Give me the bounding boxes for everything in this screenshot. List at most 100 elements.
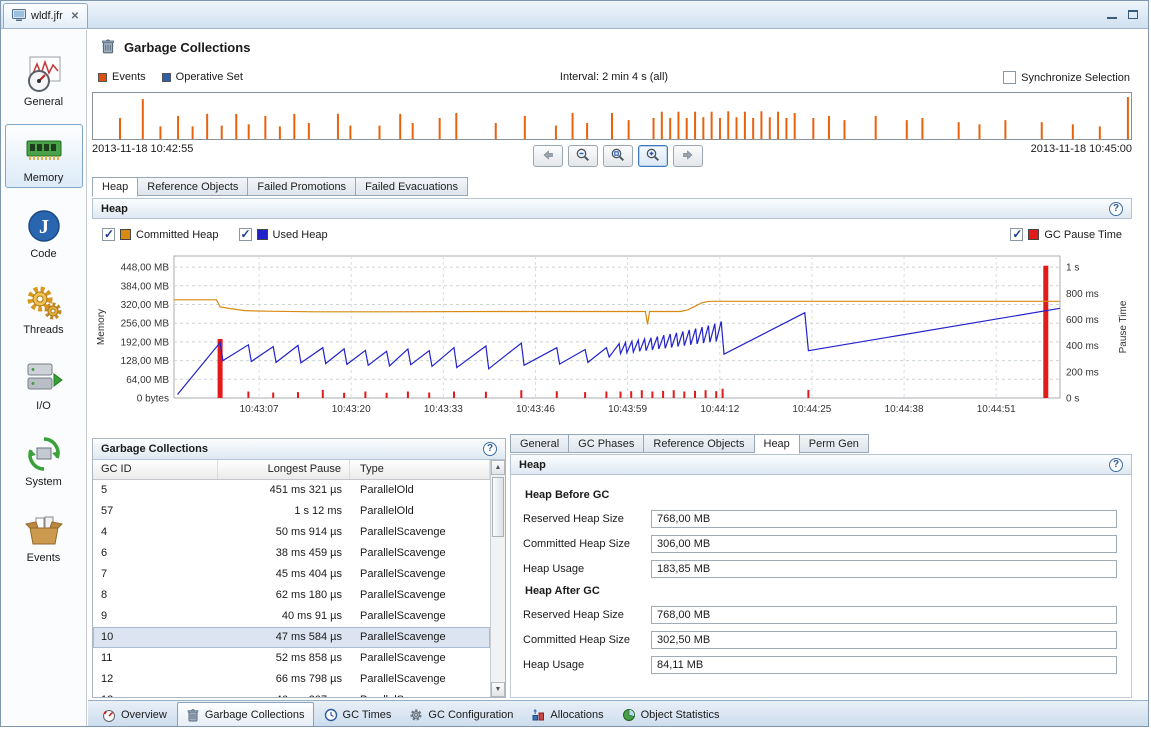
detail-tab-gc-phases[interactable]: GC Phases — [569, 434, 644, 453]
bottom-tab-object-statistics[interactable]: Object Statistics — [614, 704, 728, 726]
svg-text:384,00 MB: 384,00 MB — [121, 281, 170, 292]
zoom-out-button[interactable] — [568, 145, 598, 167]
bottom-tab-gc-configuration[interactable]: GC Configuration — [401, 704, 521, 726]
table-row[interactable]: 450 ms 914 µsParallelScavenge — [93, 522, 490, 543]
series-color-swatch — [257, 229, 268, 240]
sidebar-item-i-o[interactable]: I/O — [5, 352, 83, 416]
table-row[interactable]: 745 ms 404 µsParallelScavenge — [93, 564, 490, 585]
table-scrollbar[interactable]: ▲ ▼ — [490, 460, 505, 697]
sidebar: General Memory JCode Threads I/O System Events — [1, 30, 87, 726]
svg-text:1 s: 1 s — [1066, 263, 1079, 274]
sidebar-item-threads[interactable]: Threads — [5, 276, 83, 340]
field-value[interactable]: 768,00 MB — [651, 510, 1117, 528]
bottom-tab-label: Garbage Collections — [205, 709, 305, 721]
sidebar-item-code[interactable]: JCode — [5, 200, 83, 264]
bottom-tab-garbage-collections[interactable]: Garbage Collections — [177, 702, 314, 726]
scroll-up-icon[interactable]: ▲ — [491, 460, 505, 475]
table-row[interactable]: 571 s 12 msParallelOld — [93, 501, 490, 522]
svg-text:10:44:51: 10:44:51 — [977, 404, 1016, 415]
help-icon[interactable]: ? — [1109, 202, 1123, 216]
series-toggle-committed-heap: Committed Heap — [102, 228, 219, 241]
tab-failed-promotions[interactable]: Failed Promotions — [248, 177, 356, 196]
svg-text:Pause Time: Pause Time — [1118, 300, 1129, 353]
close-icon[interactable]: ✕ — [71, 11, 79, 22]
field-label: Committed Heap Size — [523, 538, 651, 550]
table-row[interactable]: 1346 ms 307 µsParallelScavenge — [93, 690, 490, 697]
column-header-type[interactable]: Type — [350, 460, 490, 479]
cell-gc-id: 10 — [93, 627, 218, 648]
table-row[interactable]: 940 ms 91 µsParallelScavenge — [93, 606, 490, 627]
help-icon[interactable]: ? — [1109, 458, 1123, 472]
tab-heap[interactable]: Heap — [92, 177, 138, 197]
scroll-down-icon[interactable]: ▼ — [491, 682, 505, 697]
svg-text:Memory: Memory — [96, 309, 107, 345]
gc-table-panel: Garbage Collections ? GC IDLongest Pause… — [92, 438, 506, 698]
series-row: Committed Heap Used Heap GC Pause Time — [102, 226, 1122, 243]
field-value[interactable]: 183,85 MB — [651, 560, 1117, 578]
heap-section-header: Heap ? — [92, 198, 1132, 219]
sidebar-item-general[interactable]: General — [5, 48, 83, 112]
field-label: Heap Usage — [523, 659, 651, 671]
column-header-gc-id[interactable]: GC ID — [93, 460, 218, 479]
sidebar-item-memory[interactable]: Memory — [5, 124, 83, 188]
help-icon[interactable]: ? — [483, 442, 497, 456]
editor-tab-bar: wldf.jfr ✕ — [1, 1, 1148, 29]
general-icon — [24, 54, 64, 94]
maximize-icon[interactable] — [1128, 10, 1138, 19]
bottom-tab-gc-times[interactable]: GC Times — [316, 704, 400, 726]
synchronize-selection-checkbox[interactable] — [1003, 71, 1016, 84]
detail-tab-general[interactable]: General — [510, 434, 569, 453]
back-button[interactable] — [533, 145, 563, 167]
bottom-tab-allocations[interactable]: Allocations — [523, 704, 611, 726]
series-checkbox[interactable] — [239, 228, 252, 241]
system-icon — [24, 434, 64, 474]
field-value[interactable]: 302,50 MB — [651, 631, 1117, 649]
cell-type: ParallelScavenge — [350, 627, 490, 648]
field-value[interactable]: 768,00 MB — [651, 606, 1117, 624]
editor-tab-wldf-jfr[interactable]: wldf.jfr ✕ — [3, 3, 88, 28]
cell-longest-pause: 50 ms 914 µs — [218, 522, 350, 543]
cell-longest-pause: 40 ms 91 µs — [218, 606, 350, 627]
detail-tab-perm-gen[interactable]: Perm Gen — [800, 434, 869, 453]
field-value[interactable]: 84,11 MB — [651, 656, 1117, 674]
timeline-legend-row: Events Operative Set Interval: 2 min 4 s… — [98, 71, 1130, 87]
table-row[interactable]: 1266 ms 798 µsParallelScavenge — [93, 669, 490, 690]
detail-tab-heap[interactable]: Heap — [755, 434, 800, 454]
scrollbar-thumb[interactable] — [492, 477, 504, 537]
detail-field: Reserved Heap Size768,00 MB — [523, 606, 1117, 624]
cell-longest-pause: 45 ms 404 µs — [218, 564, 350, 585]
table-row[interactable]: 1047 ms 584 µsParallelScavenge — [93, 627, 490, 648]
zoom-in-button[interactable] — [638, 145, 668, 167]
bottom-tab-overview[interactable]: Overview — [94, 704, 175, 726]
series-checkbox[interactable] — [1010, 228, 1023, 241]
bottom-tab-label: Allocations — [550, 709, 603, 721]
timeline-chart[interactable] — [92, 92, 1132, 140]
svg-text:600 ms: 600 ms — [1066, 315, 1099, 326]
table-row[interactable]: 862 ms 180 µsParallelScavenge — [93, 585, 490, 606]
forward-button[interactable] — [673, 145, 703, 167]
detail-tab-reference-objects[interactable]: Reference Objects — [644, 434, 754, 453]
svg-text:J: J — [39, 216, 49, 238]
column-header-longest-pause[interactable]: Longest Pause — [218, 460, 350, 479]
overview-icon — [102, 708, 116, 722]
series-toggle-gc-pause-time: GC Pause Time — [1010, 228, 1122, 241]
tab-failed-evacuations[interactable]: Failed Evacuations — [356, 177, 468, 196]
series-toggle-used-heap: Used Heap — [239, 228, 328, 241]
bottom-tab-label: Object Statistics — [641, 709, 720, 721]
zoom-selection-button[interactable] — [603, 145, 633, 167]
sidebar-item-system[interactable]: System — [5, 428, 83, 492]
field-value[interactable]: 306,00 MB — [651, 535, 1117, 553]
svg-text:800 ms: 800 ms — [1066, 289, 1099, 300]
minimize-icon[interactable] — [1107, 11, 1117, 19]
cell-gc-id: 57 — [93, 501, 218, 522]
tab-reference-objects[interactable]: Reference Objects — [138, 177, 248, 196]
field-label: Reserved Heap Size — [523, 609, 651, 621]
heap-chart[interactable]: 0 bytes64,00 MB128,00 MB192,00 MB256,00 … — [92, 248, 1132, 432]
table-row[interactable]: 1152 ms 858 µsParallelScavenge — [93, 648, 490, 669]
cell-gc-id: 7 — [93, 564, 218, 585]
series-checkbox[interactable] — [102, 228, 115, 241]
table-row[interactable]: 5451 ms 321 µsParallelOld — [93, 480, 490, 501]
group-heading: Heap Before GC — [525, 489, 1117, 501]
table-row[interactable]: 638 ms 459 µsParallelScavenge — [93, 543, 490, 564]
sidebar-item-events[interactable]: Events — [5, 504, 83, 568]
